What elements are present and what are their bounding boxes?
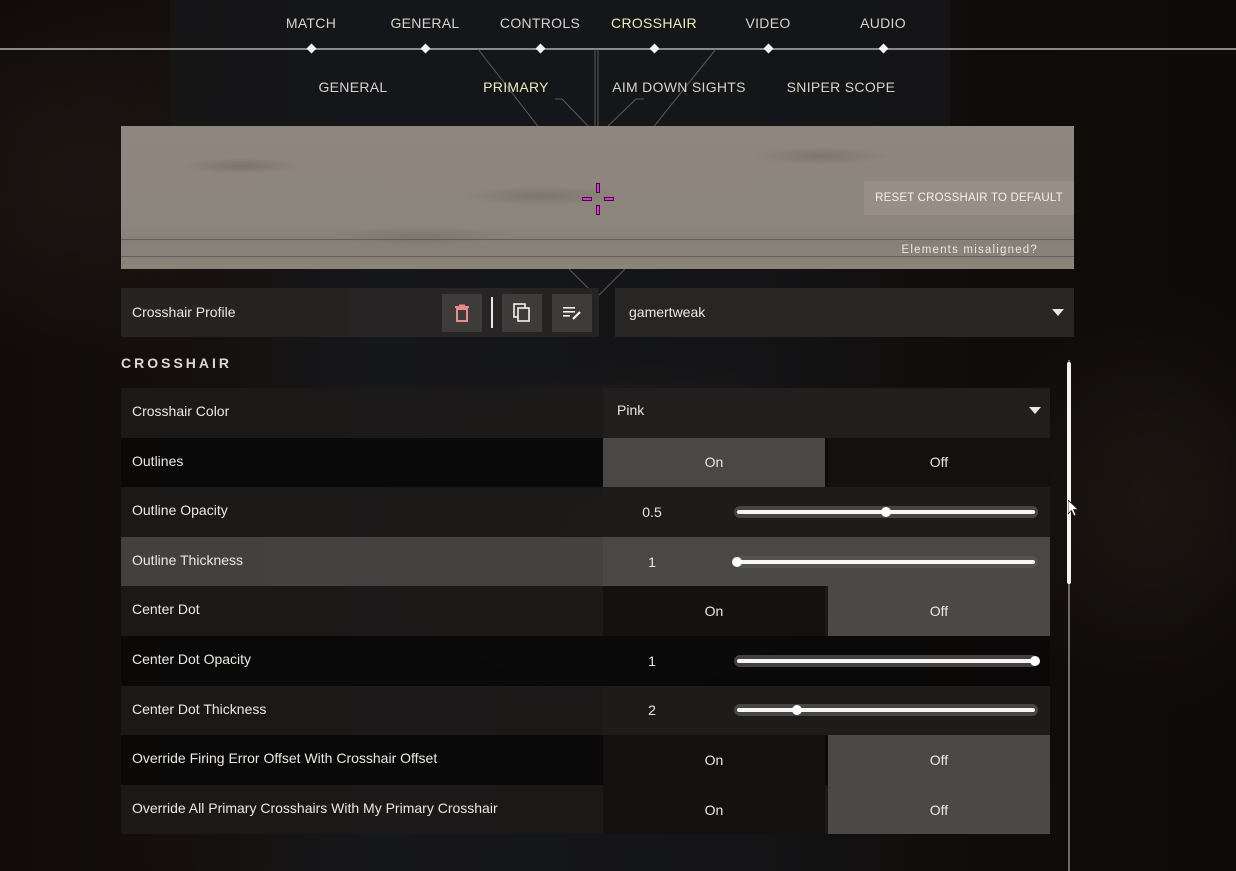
slider-track	[737, 708, 1035, 713]
outlines-off-button[interactable]: Off	[828, 437, 1050, 488]
setting-label: Outlines	[132, 452, 184, 469]
setting-label: Center Dot Opacity	[132, 650, 252, 667]
outlines-on-button[interactable]: On	[603, 437, 825, 488]
settings-scrollbar[interactable]	[1065, 360, 1073, 871]
top-nav: MATCH GENERAL CONTROLS CROSSHAIR VIDEO A…	[0, 0, 1236, 48]
trash-icon	[455, 304, 469, 322]
subtab-aim-down-sights[interactable]: AIM DOWN SIGHTS	[589, 79, 769, 95]
override-all-primary-on-button[interactable]: On	[603, 784, 825, 835]
setting-label: Outline Thickness	[132, 551, 244, 568]
slider-thumb[interactable]	[791, 705, 802, 716]
setting-row-center-dot-thickness: Center Dot Thickness 2	[121, 685, 1050, 736]
setting-label: Override All Primary Crosshairs With My …	[132, 799, 498, 816]
override-firing-error-off-button[interactable]: Off	[828, 735, 1050, 785]
setting-row-center-dot: Center Dot On Off	[121, 586, 1050, 636]
center-dot-opacity-value[interactable]: 1	[603, 636, 701, 686]
setting-label: Center Dot Thickness	[132, 700, 267, 717]
outline-thickness-value[interactable]: 1	[603, 537, 701, 587]
section-title: CROSSHAIR	[121, 355, 233, 371]
subtab-primary[interactable]: PRIMARY	[426, 79, 606, 95]
override-firing-error-on-button[interactable]: On	[603, 735, 825, 785]
wall-texture-line	[121, 256, 1074, 257]
tab-video[interactable]: VIDEO	[713, 15, 823, 31]
setting-row-outline-opacity: Outline Opacity 0.5	[121, 487, 1050, 537]
icon-divider	[491, 297, 493, 328]
outline-opacity-value[interactable]: 0.5	[603, 487, 701, 537]
setting-row-override-firing-error: Override Firing Error Offset With Crossh…	[121, 735, 1050, 785]
rename-profile-button[interactable]	[552, 294, 592, 332]
override-all-primary-off-button[interactable]: Off	[828, 784, 1050, 835]
nav-divider	[0, 48, 1236, 50]
tab-crosshair[interactable]: CROSSHAIR	[599, 15, 709, 31]
slider-thumb[interactable]	[732, 556, 742, 567]
chevron-down-icon	[1052, 309, 1064, 316]
setting-label: Crosshair Color	[132, 403, 230, 419]
slider-track	[737, 559, 1035, 564]
tab-general[interactable]: GENERAL	[370, 15, 480, 31]
setting-label: Outline Opacity	[132, 502, 228, 519]
copy-profile-button[interactable]	[502, 294, 542, 332]
slider-track	[737, 658, 1035, 663]
tab-audio[interactable]: AUDIO	[828, 15, 938, 31]
outline-thickness-slider[interactable]	[732, 555, 1038, 568]
center-dot-opacity-slider[interactable]	[734, 654, 1040, 667]
setting-row-crosshair-color: Crosshair Color Pink	[121, 388, 1050, 438]
crosshair-profile-label: Crosshair Profile	[132, 304, 236, 320]
scrollbar-thumb[interactable]	[1067, 362, 1071, 584]
crosshair-color-dropdown[interactable]: Pink	[603, 388, 1050, 438]
delete-profile-button[interactable]	[442, 294, 482, 332]
slider-thumb[interactable]	[1030, 655, 1040, 666]
slider-thumb[interactable]	[881, 506, 891, 517]
subtab-general[interactable]: GENERAL	[263, 79, 443, 95]
subtab-sniper-scope[interactable]: SNIPER SCOPE	[751, 79, 931, 95]
mouse-cursor-icon	[1068, 500, 1080, 517]
setting-row-center-dot-opacity: Center Dot Opacity 1	[121, 635, 1050, 686]
reset-crosshair-button[interactable]: RESET CROSSHAIR TO DEFAULT	[864, 181, 1074, 215]
wall-texture-line	[121, 239, 1074, 240]
chevron-down-icon	[1029, 407, 1041, 414]
crosshair-profile-row: Crosshair Profile	[121, 288, 599, 337]
setting-label: Override Firing Error Offset With Crossh…	[132, 750, 438, 767]
settings-list: Crosshair Color Pink Outlines On Off Out…	[121, 388, 1050, 835]
tab-controls[interactable]: CONTROLS	[485, 15, 595, 31]
rename-icon	[563, 307, 581, 320]
center-dot-thickness-slider[interactable]	[734, 704, 1038, 717]
setting-row-outline-thickness: Outline Thickness 1	[121, 536, 1050, 587]
outline-opacity-slider[interactable]	[734, 505, 1038, 518]
tab-match[interactable]: MATCH	[256, 15, 366, 31]
setting-label: Center Dot	[132, 601, 200, 618]
center-dot-on-button[interactable]: On	[603, 586, 825, 636]
copy-icon	[513, 303, 530, 322]
crosshair-color-value: Pink	[617, 402, 645, 418]
crosshair-preview: RESET CROSSHAIR TO DEFAULT Elements misa…	[121, 126, 1074, 269]
profile-dropdown-value: gamertweak	[629, 304, 706, 320]
crosshair-icon	[582, 183, 614, 215]
setting-row-outlines: Outlines On Off	[121, 437, 1050, 488]
center-dot-off-button[interactable]: Off	[828, 586, 1050, 636]
elements-misaligned-link[interactable]: Elements misaligned?	[901, 244, 1038, 256]
center-dot-thickness-value[interactable]: 2	[603, 686, 701, 736]
setting-row-override-all-primary: Override All Primary Crosshairs With My …	[121, 784, 1050, 835]
profile-dropdown[interactable]: gamertweak	[615, 288, 1074, 337]
